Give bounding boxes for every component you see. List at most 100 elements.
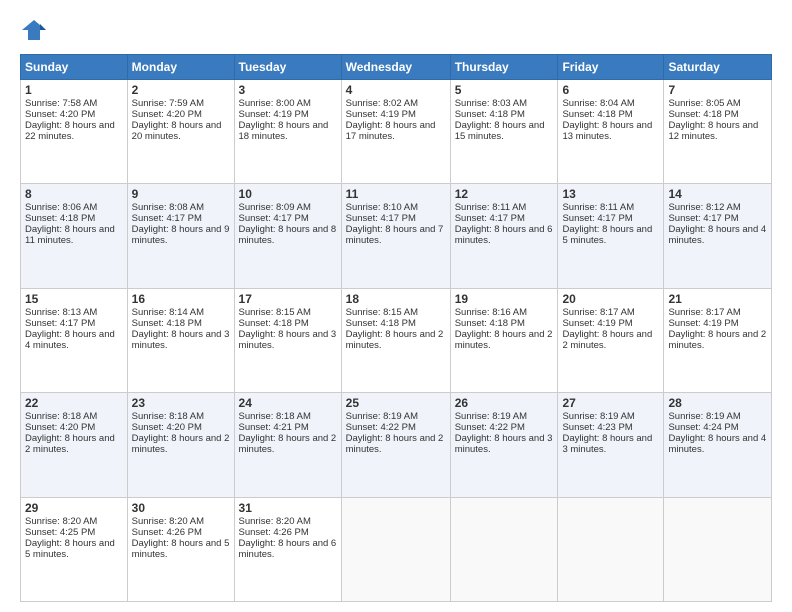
sunrise-label: Sunrise: 8:20 AM [239,516,311,527]
daylight-label: Daylight: 8 hours and 17 minutes. [346,120,436,142]
sunset-label: Sunset: 4:20 PM [25,109,95,120]
sunrise-label: Sunrise: 8:10 AM [346,202,418,213]
daylight-label: Daylight: 8 hours and 7 minutes. [346,224,444,246]
sunrise-label: Sunrise: 8:18 AM [132,411,204,422]
sunset-label: Sunset: 4:26 PM [132,527,202,538]
daylight-label: Daylight: 8 hours and 22 minutes. [25,120,115,142]
day-number: 30 [132,501,230,515]
sunset-label: Sunset: 4:17 PM [132,213,202,224]
calendar-cell: 2Sunrise: 7:59 AMSunset: 4:20 PMDaylight… [127,80,234,184]
daylight-label: Daylight: 8 hours and 4 minutes. [25,329,115,351]
logo [20,16,50,44]
sunrise-label: Sunrise: 8:19 AM [455,411,527,422]
sunrise-label: Sunrise: 8:09 AM [239,202,311,213]
sunrise-label: Sunrise: 8:02 AM [346,98,418,109]
sunrise-label: Sunrise: 8:11 AM [455,202,527,213]
day-number: 25 [346,396,446,410]
daylight-label: Daylight: 8 hours and 4 minutes. [668,224,766,246]
day-number: 4 [346,83,446,97]
day-number: 19 [455,292,554,306]
daylight-label: Daylight: 8 hours and 11 minutes. [25,224,115,246]
sunrise-label: Sunrise: 8:08 AM [132,202,204,213]
day-number: 10 [239,187,337,201]
daylight-label: Daylight: 8 hours and 2 minutes. [346,329,444,351]
sunrise-label: Sunrise: 8:03 AM [455,98,527,109]
sunrise-label: Sunrise: 8:06 AM [25,202,97,213]
daylight-label: Daylight: 8 hours and 3 minutes. [239,329,337,351]
sunrise-label: Sunrise: 8:19 AM [346,411,418,422]
sunset-label: Sunset: 4:18 PM [455,318,525,329]
day-number: 17 [239,292,337,306]
day-header-sunday: Sunday [21,55,128,80]
sunrise-label: Sunrise: 8:15 AM [346,307,418,318]
daylight-label: Daylight: 8 hours and 2 minutes. [239,433,337,455]
day-number: 20 [562,292,659,306]
sunset-label: Sunset: 4:18 PM [668,109,738,120]
daylight-label: Daylight: 8 hours and 6 minutes. [455,224,553,246]
sunset-label: Sunset: 4:19 PM [562,318,632,329]
day-number: 15 [25,292,123,306]
day-number: 31 [239,501,337,515]
daylight-label: Daylight: 8 hours and 5 minutes. [132,538,230,560]
sunrise-label: Sunrise: 8:16 AM [455,307,527,318]
day-number: 8 [25,187,123,201]
sunrise-label: Sunrise: 8:12 AM [668,202,740,213]
daylight-label: Daylight: 8 hours and 4 minutes. [668,433,766,455]
day-number: 21 [668,292,767,306]
daylight-label: Daylight: 8 hours and 9 minutes. [132,224,230,246]
sunset-label: Sunset: 4:17 PM [25,318,95,329]
calendar-cell: 20Sunrise: 8:17 AMSunset: 4:19 PMDayligh… [558,288,664,392]
daylight-label: Daylight: 8 hours and 15 minutes. [455,120,545,142]
day-number: 14 [668,187,767,201]
sunrise-label: Sunrise: 8:13 AM [25,307,97,318]
calendar-cell: 26Sunrise: 8:19 AMSunset: 4:22 PMDayligh… [450,393,558,497]
daylight-label: Daylight: 8 hours and 2 minutes. [455,329,553,351]
day-number: 3 [239,83,337,97]
sunrise-label: Sunrise: 8:20 AM [132,516,204,527]
sunrise-label: Sunrise: 8:20 AM [25,516,97,527]
calendar-cell: 19Sunrise: 8:16 AMSunset: 4:18 PMDayligh… [450,288,558,392]
sunset-label: Sunset: 4:20 PM [132,422,202,433]
sunrise-label: Sunrise: 8:04 AM [562,98,634,109]
sunrise-label: Sunrise: 8:05 AM [668,98,740,109]
calendar-cell [341,497,450,601]
daylight-label: Daylight: 8 hours and 5 minutes. [25,538,115,560]
sunset-label: Sunset: 4:18 PM [239,318,309,329]
day-header-monday: Monday [127,55,234,80]
calendar-cell: 10Sunrise: 8:09 AMSunset: 4:17 PMDayligh… [234,184,341,288]
sunset-label: Sunset: 4:17 PM [562,213,632,224]
calendar-cell: 31Sunrise: 8:20 AMSunset: 4:26 PMDayligh… [234,497,341,601]
daylight-label: Daylight: 8 hours and 2 minutes. [562,329,652,351]
sunrise-label: Sunrise: 7:59 AM [132,98,204,109]
daylight-label: Daylight: 8 hours and 12 minutes. [668,120,758,142]
calendar-cell: 9Sunrise: 8:08 AMSunset: 4:17 PMDaylight… [127,184,234,288]
daylight-label: Daylight: 8 hours and 2 minutes. [346,433,444,455]
calendar-cell: 1Sunrise: 7:58 AMSunset: 4:20 PMDaylight… [21,80,128,184]
day-header-wednesday: Wednesday [341,55,450,80]
calendar-table: SundayMondayTuesdayWednesdayThursdayFrid… [20,54,772,602]
calendar-cell: 30Sunrise: 8:20 AMSunset: 4:26 PMDayligh… [127,497,234,601]
sunset-label: Sunset: 4:22 PM [346,422,416,433]
day-number: 23 [132,396,230,410]
sunset-label: Sunset: 4:18 PM [132,318,202,329]
day-number: 28 [668,396,767,410]
sunset-label: Sunset: 4:25 PM [25,527,95,538]
calendar-cell: 29Sunrise: 8:20 AMSunset: 4:25 PMDayligh… [21,497,128,601]
calendar-cell: 12Sunrise: 8:11 AMSunset: 4:17 PMDayligh… [450,184,558,288]
day-number: 13 [562,187,659,201]
sunrise-label: Sunrise: 8:17 AM [562,307,634,318]
calendar-cell [664,497,772,601]
sunset-label: Sunset: 4:18 PM [25,213,95,224]
sunrise-label: Sunrise: 8:19 AM [562,411,634,422]
calendar-header-row: SundayMondayTuesdayWednesdayThursdayFrid… [21,55,772,80]
sunset-label: Sunset: 4:22 PM [455,422,525,433]
calendar-cell: 27Sunrise: 8:19 AMSunset: 4:23 PMDayligh… [558,393,664,497]
sunrise-label: Sunrise: 8:14 AM [132,307,204,318]
sunset-label: Sunset: 4:18 PM [455,109,525,120]
calendar-week-2: 8Sunrise: 8:06 AMSunset: 4:18 PMDaylight… [21,184,772,288]
day-number: 1 [25,83,123,97]
calendar-cell: 13Sunrise: 8:11 AMSunset: 4:17 PMDayligh… [558,184,664,288]
sunset-label: Sunset: 4:19 PM [346,109,416,120]
sunset-label: Sunset: 4:17 PM [668,213,738,224]
calendar-cell: 5Sunrise: 8:03 AMSunset: 4:18 PMDaylight… [450,80,558,184]
